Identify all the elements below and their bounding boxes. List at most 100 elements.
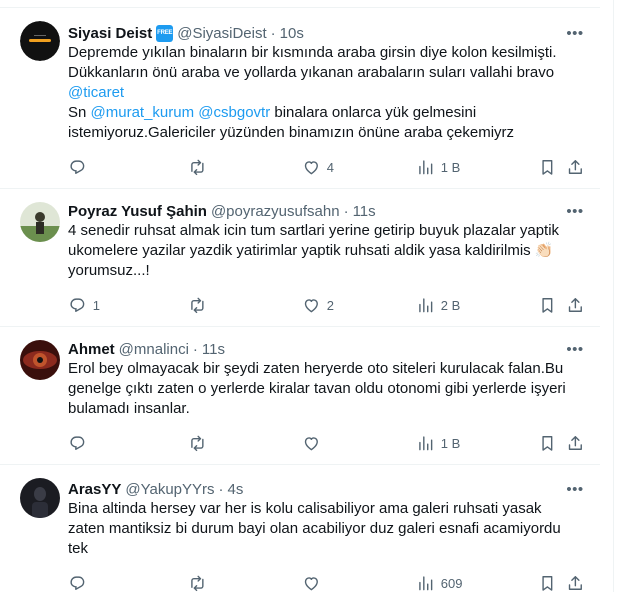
mention-link[interactable]: @murat_kurum bbox=[91, 104, 195, 121]
tweet-text-line: genelge çıktı zaten o yerlerde kiralar t… bbox=[68, 379, 588, 399]
more-options-icon[interactable]: ••• bbox=[565, 339, 585, 359]
share-button[interactable] bbox=[566, 295, 585, 315]
bookmark-button[interactable] bbox=[538, 295, 557, 315]
reply-button[interactable] bbox=[68, 573, 93, 592]
repost-icon bbox=[188, 574, 207, 592]
reply-icon bbox=[68, 158, 87, 177]
repost-icon bbox=[188, 434, 207, 453]
views-button[interactable]: 2 B bbox=[416, 295, 460, 315]
tweet-text-line: Depremde yıkılan binaların bir kısmında … bbox=[68, 43, 588, 63]
repost-icon bbox=[188, 296, 207, 315]
like-button[interactable]: 4 bbox=[302, 157, 334, 177]
reply-icon bbox=[68, 574, 87, 592]
avatar[interactable] bbox=[20, 340, 60, 380]
tweet-text-line: 4 senedir ruhsat almak icin tum sartlari… bbox=[68, 221, 588, 241]
reply-icon bbox=[68, 434, 87, 453]
tweet[interactable]: Ahmet @mnalinci · 11s ••• Erol bey olmay… bbox=[0, 328, 600, 465]
like-icon bbox=[302, 296, 321, 315]
tweet-header: Poyraz Yusuf Şahin @poyrazyusufsahn · 11… bbox=[68, 201, 376, 221]
tweet-text-line: ukomelere yazilar yazdik yatirimlar yapt… bbox=[68, 241, 588, 261]
repost-button[interactable] bbox=[188, 295, 213, 315]
author-handle[interactable]: @mnalinci bbox=[119, 341, 189, 358]
more-options-icon[interactable]: ••• bbox=[565, 201, 585, 221]
bookmark-button[interactable] bbox=[538, 573, 557, 592]
more-options-icon[interactable]: ••• bbox=[565, 479, 585, 499]
views-button[interactable]: 1 B bbox=[416, 157, 460, 177]
tweet[interactable]: Siyasi Deist FREE @SiyasiDeist · 10s •••… bbox=[0, 9, 600, 189]
column-edge bbox=[613, 0, 614, 592]
bookmark-icon bbox=[538, 574, 557, 592]
author-name[interactable]: Ahmet bbox=[68, 341, 115, 358]
bookmark-button[interactable] bbox=[538, 433, 557, 453]
reply-button[interactable] bbox=[68, 157, 93, 177]
bookmark-icon bbox=[538, 158, 557, 177]
timestamp[interactable]: 11s bbox=[353, 203, 376, 220]
text-segment: Dükkanların önü araba ve yollarda yıkana… bbox=[68, 64, 555, 81]
views-button[interactable]: 609 bbox=[416, 573, 462, 592]
text-segment: genelge çıktı zaten o yerlerde kiralar t… bbox=[68, 380, 566, 397]
views-button[interactable]: 1 B bbox=[416, 433, 460, 453]
reply-button[interactable]: 1 bbox=[68, 295, 100, 315]
repost-button[interactable] bbox=[188, 573, 213, 592]
bookmark-button[interactable] bbox=[538, 157, 557, 177]
like-icon bbox=[302, 574, 321, 592]
author-name[interactable]: ArasYY bbox=[68, 481, 121, 498]
like-count: 4 bbox=[326, 159, 334, 175]
author-handle[interactable]: @poyrazyusufsahn bbox=[211, 203, 340, 220]
separator-dot: · bbox=[218, 480, 224, 498]
action-bar: 609 bbox=[60, 573, 600, 592]
timestamp[interactable]: 4s bbox=[228, 481, 244, 498]
share-icon bbox=[566, 296, 585, 315]
author-name[interactable]: Poyraz Yusuf Şahin bbox=[68, 203, 207, 220]
share-button[interactable] bbox=[566, 573, 585, 592]
reply-icon bbox=[68, 296, 87, 315]
like-button[interactable] bbox=[302, 433, 327, 453]
tweet-text-line: tek bbox=[68, 539, 588, 559]
separator-dot: · bbox=[270, 24, 276, 42]
separator-dot: · bbox=[192, 340, 198, 358]
timestamp[interactable]: 11s bbox=[202, 341, 225, 358]
tweet[interactable]: ArasYY @YakupYYrs · 4s ••• Bina altinda … bbox=[0, 466, 600, 592]
author-name[interactable]: Siyasi Deist bbox=[68, 25, 152, 42]
like-icon bbox=[302, 434, 321, 453]
repost-button[interactable] bbox=[188, 433, 213, 453]
mention-link[interactable]: @ticaret bbox=[68, 84, 124, 101]
tweet-text: 4 senedir ruhsat almak icin tum sartlari… bbox=[68, 221, 588, 281]
like-button[interactable] bbox=[302, 573, 327, 592]
views-count: 609 bbox=[440, 575, 463, 591]
share-icon bbox=[566, 158, 585, 177]
author-handle[interactable]: @YakupYYrs bbox=[125, 481, 214, 498]
tweet-text-line: bulamadı insanlar. bbox=[68, 399, 588, 419]
views-icon bbox=[416, 158, 435, 177]
separator-dot: · bbox=[343, 202, 349, 220]
author-handle[interactable]: @SiyasiDeist bbox=[177, 25, 266, 42]
text-segment: Depremde yıkılan binaların bir kısmında … bbox=[68, 44, 557, 61]
tweet-text: Bina altinda hersey var her is kolu cali… bbox=[68, 499, 588, 559]
tweet[interactable]: Poyraz Yusuf Şahin @poyrazyusufsahn · 11… bbox=[0, 190, 600, 327]
avatar[interactable] bbox=[20, 478, 60, 518]
tweet-header: ArasYY @YakupYYrs · 4s bbox=[68, 479, 243, 499]
tweet-text-line: yorumsuz...! bbox=[68, 261, 588, 281]
mention-link[interactable]: @csbgovtr bbox=[198, 104, 270, 121]
avatar[interactable] bbox=[20, 21, 60, 61]
like-count: 2 bbox=[326, 297, 334, 313]
share-button[interactable] bbox=[566, 433, 585, 453]
action-bar: 1 B bbox=[60, 433, 600, 453]
more-options-icon[interactable]: ••• bbox=[565, 23, 585, 43]
timestamp[interactable]: 10s bbox=[280, 25, 304, 42]
reply-button[interactable] bbox=[68, 433, 93, 453]
tweet-text: Depremde yıkılan binaların bir kısmında … bbox=[68, 43, 588, 143]
text-segment: 4 senedir ruhsat almak icin tum sartlari… bbox=[68, 222, 560, 239]
views-count: 2 B bbox=[440, 297, 461, 313]
repost-icon bbox=[188, 158, 207, 177]
avatar[interactable] bbox=[20, 202, 60, 242]
like-button[interactable]: 2 bbox=[302, 295, 334, 315]
repost-button[interactable] bbox=[188, 157, 213, 177]
text-segment: binalara onlarca yük gelmesini bbox=[270, 104, 477, 121]
views-count: 1 B bbox=[440, 159, 461, 175]
tweet-text-line: Sn @murat_kurum @csbgovtr binalara onlar… bbox=[68, 103, 588, 123]
share-button[interactable] bbox=[566, 157, 585, 177]
views-icon bbox=[416, 574, 435, 592]
share-icon bbox=[566, 434, 585, 453]
views-count: 1 B bbox=[440, 435, 461, 451]
